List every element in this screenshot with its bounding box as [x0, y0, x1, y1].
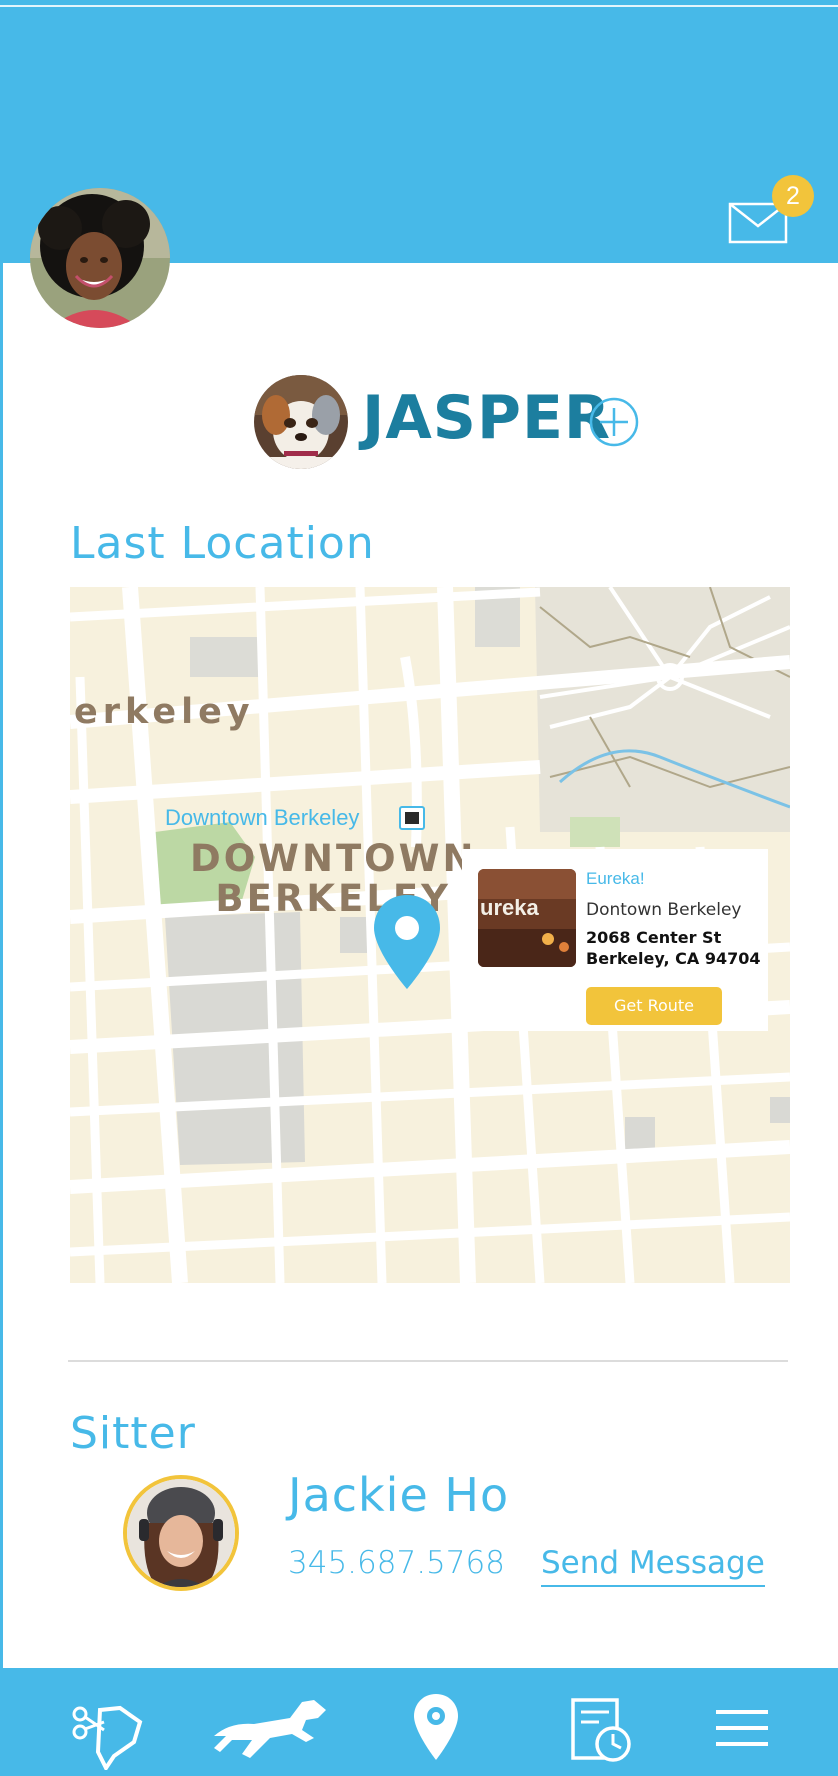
dog-groom-icon: [72, 1705, 143, 1770]
pet-name: JASPER: [362, 383, 612, 453]
plus-circle-icon: [589, 397, 639, 447]
schedule-icon: [571, 1698, 631, 1762]
user-avatar[interactable]: [30, 188, 170, 328]
nav-walk[interactable]: [210, 1668, 330, 1776]
place-name: Eureka!: [586, 869, 645, 888]
sitter-avatar-image: [127, 1479, 235, 1587]
map-pin-icon[interactable]: [372, 893, 442, 991]
pet-avatar[interactable]: [254, 375, 348, 469]
location-map[interactable]: erkeley Downtown Berkeley DOWNTOWN BERKE…: [70, 587, 790, 1283]
running-dog-icon: [214, 1700, 326, 1758]
map-label-area: erkeley: [74, 692, 255, 732]
map-pin-icon-shape: [374, 895, 440, 989]
place-address: 2068 Center St Berkeley, CA 94704: [586, 927, 761, 969]
place-address-line1: 2068 Center St: [586, 928, 722, 947]
section-divider: [68, 1360, 788, 1362]
location-pin-icon: [414, 1694, 458, 1760]
nav-schedule[interactable]: [565, 1668, 635, 1776]
sitter-phone-link[interactable]: 345.687.5768: [288, 1545, 505, 1581]
place-image-art: ureka: [478, 869, 576, 967]
place-popup: ureka Eureka! Dontown Berkeley 2068 Cent…: [462, 849, 768, 1031]
bottom-nav: [0, 1668, 838, 1776]
map-label-downtown-line1: DOWNTOWN: [190, 837, 477, 880]
sitter-name: Jackie Ho: [288, 1468, 510, 1522]
menu-icon: [716, 1710, 768, 1746]
unread-badge: 2: [772, 175, 814, 217]
user-avatar-image: [30, 188, 170, 328]
pet-avatar-image: [254, 375, 348, 469]
place-area: Dontown Berkeley: [586, 900, 742, 920]
nav-menu[interactable]: [712, 1668, 772, 1776]
sitter-title: Sitter: [70, 1408, 196, 1459]
last-location-title: Last Location: [70, 518, 375, 569]
header-top-line: [0, 5, 838, 7]
transit-station-icon: [399, 806, 425, 830]
sitter-avatar[interactable]: [123, 1475, 239, 1591]
nav-location[interactable]: [408, 1668, 464, 1776]
place-address-line2: Berkeley, CA 94704: [586, 949, 761, 968]
map-label-station: Downtown Berkeley: [165, 805, 360, 830]
send-message-link[interactable]: Send Message: [541, 1545, 765, 1587]
nav-grooming[interactable]: [60, 1668, 160, 1776]
get-route-button[interactable]: Get Route: [586, 987, 722, 1025]
place-image-sign: ureka: [480, 895, 539, 920]
add-pet-button[interactable]: [589, 397, 639, 447]
place-image: ureka: [478, 869, 576, 967]
